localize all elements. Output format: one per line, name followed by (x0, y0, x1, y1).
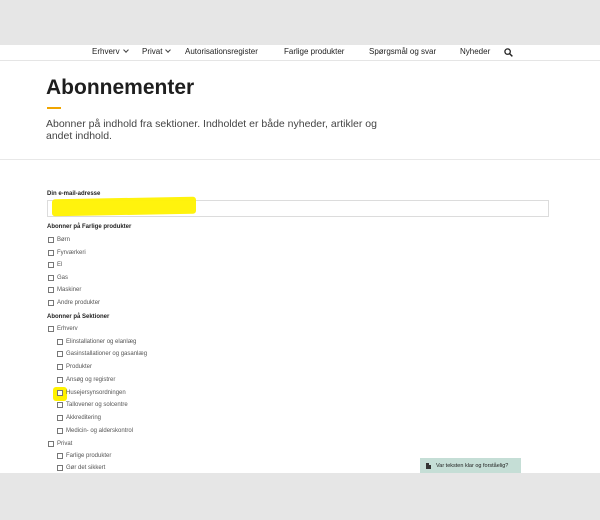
checkbox[interactable] (48, 262, 54, 268)
checkbox-andre-produkter[interactable]: Andre produkter (48, 300, 100, 306)
checkbox-gasinstallationer[interactable]: Gasinstallationer og gasanlæg (57, 351, 147, 357)
page-title: Abonnementer (46, 76, 195, 99)
checkbox-label: Privat (57, 441, 73, 447)
checkbox-husejersynsordningen[interactable]: Husejersynsordningen (57, 390, 126, 396)
checkbox-el[interactable]: El (48, 262, 62, 268)
checkbox[interactable] (57, 415, 63, 421)
email-label: Din e-mail-adresse (47, 191, 101, 197)
checkbox-boern[interactable]: Børn (48, 237, 70, 243)
feedback-label: Var teksten klar og forståelig? (436, 463, 509, 469)
checkbox[interactable] (57, 428, 63, 434)
chevron-down-icon (165, 47, 172, 53)
checkbox-label: Akkreditering (66, 415, 102, 421)
chevron-down-icon (122, 47, 129, 53)
checkbox[interactable] (48, 287, 54, 293)
nav-item-label: Farlige produkter (284, 47, 345, 56)
nav-item-label: Autorisationsregister (185, 47, 258, 56)
farlige-produkter-label: Abonner på Farlige produkter (47, 224, 132, 230)
checkbox-tallovener-og-solcentre[interactable]: Tallovener og solcentre (57, 402, 128, 408)
nav-item-label: Spørgsmål og svar (369, 47, 437, 56)
checkbox[interactable] (48, 441, 54, 447)
checkbox-label: Fyrværkeri (57, 250, 86, 256)
checkbox-label: Medicin- og alderskontrol (66, 428, 134, 434)
nav-item-privat[interactable]: Privat (142, 47, 172, 56)
checkbox-erhverv[interactable]: Erhverv (48, 326, 78, 332)
nav-item-nyheder[interactable]: Nyheder (460, 47, 490, 56)
checkbox[interactable] (57, 465, 63, 471)
nav-item-label: Erhverv (92, 47, 120, 56)
checkbox[interactable] (57, 364, 63, 370)
checkbox[interactable] (48, 237, 54, 243)
checkbox[interactable] (57, 402, 63, 408)
checkbox-label: Erhverv (57, 326, 78, 332)
feedback-button[interactable]: Var teksten klar og forståelig? (420, 458, 521, 473)
email-redaction-highlight (52, 196, 196, 217)
checkbox-label: Børn (57, 237, 71, 243)
checkbox-akkreditering[interactable]: Akkreditering (57, 415, 101, 421)
checkbox[interactable] (48, 250, 54, 256)
checkbox-label: Gas (57, 275, 69, 281)
checkbox-label: Andre produkter (57, 300, 101, 306)
checkbox[interactable] (57, 351, 63, 357)
checkbox-label: Maskiner (57, 287, 82, 293)
checkbox-label: Husejersynsordningen (66, 390, 126, 396)
checkbox-medicin-og-alderskontrol[interactable]: Medicin- og alderskontrol (57, 428, 133, 434)
checkbox-gas[interactable]: Gas (48, 275, 68, 281)
page-subtitle: Abonner på indhold fra sektioner. Indhol… (46, 118, 377, 142)
checkbox-label: Ansøg og registrer (66, 377, 116, 383)
document-icon (426, 463, 431, 469)
checkbox-label: El (57, 262, 63, 268)
checkbox-ansoeg-og-registrer[interactable]: Ansøg og registrer (57, 377, 115, 383)
checkbox-label: Gasinstallationer og gasanlæg (66, 351, 148, 357)
nav-divider (0, 60, 600, 61)
checkbox-label: Farlige produkter (66, 453, 112, 459)
checkbox-label: Gør det sikkert (66, 465, 106, 471)
checkbox-privat-farlige-produkter[interactable]: Farlige produkter (57, 453, 111, 459)
checkbox[interactable] (57, 377, 63, 383)
checkbox[interactable] (48, 275, 54, 281)
nav-item-farlige-produkter[interactable]: Farlige produkter (284, 47, 344, 56)
nav-item-spoergsmaal-og-svar[interactable]: Spørgsmål og svar (369, 47, 436, 56)
checkbox-label: Produkter (66, 364, 93, 370)
checkbox-fyrvaerkeri[interactable]: Fyrværkeri (48, 250, 86, 256)
section-divider (0, 159, 600, 160)
sektioner-label: Abonner på Sektioner (47, 314, 110, 320)
checkbox[interactable] (48, 326, 54, 332)
nav-item-label: Privat (142, 47, 163, 56)
checkbox[interactable] (57, 390, 63, 396)
page: Erhverv Privat Autorisationsregister Far… (0, 45, 600, 473)
checkbox-goer-det-sikkert[interactable]: Gør det sikkert (57, 465, 105, 471)
nav-item-erhverv[interactable]: Erhverv (92, 47, 129, 56)
checkbox[interactable] (57, 339, 63, 345)
checkbox-label: Tallovener og solcentre (66, 402, 128, 408)
main-nav: Erhverv Privat Autorisationsregister Far… (0, 45, 600, 60)
checkbox-label: Elinstallationer og elanlæg (66, 339, 137, 345)
nav-item-label: Nyheder (460, 47, 491, 56)
checkbox[interactable] (48, 300, 54, 306)
title-accent-bar (47, 107, 61, 109)
search-icon[interactable] (504, 48, 513, 57)
nav-item-autorisationsregister[interactable]: Autorisationsregister (185, 47, 258, 56)
checkbox-privat[interactable]: Privat (48, 441, 72, 447)
checkbox-produkter[interactable]: Produkter (57, 364, 92, 370)
checkbox[interactable] (57, 453, 63, 459)
checkbox-maskiner[interactable]: Maskiner (48, 287, 81, 293)
checkbox-elinstallationer[interactable]: Elinstallationer og elanlæg (57, 339, 136, 345)
